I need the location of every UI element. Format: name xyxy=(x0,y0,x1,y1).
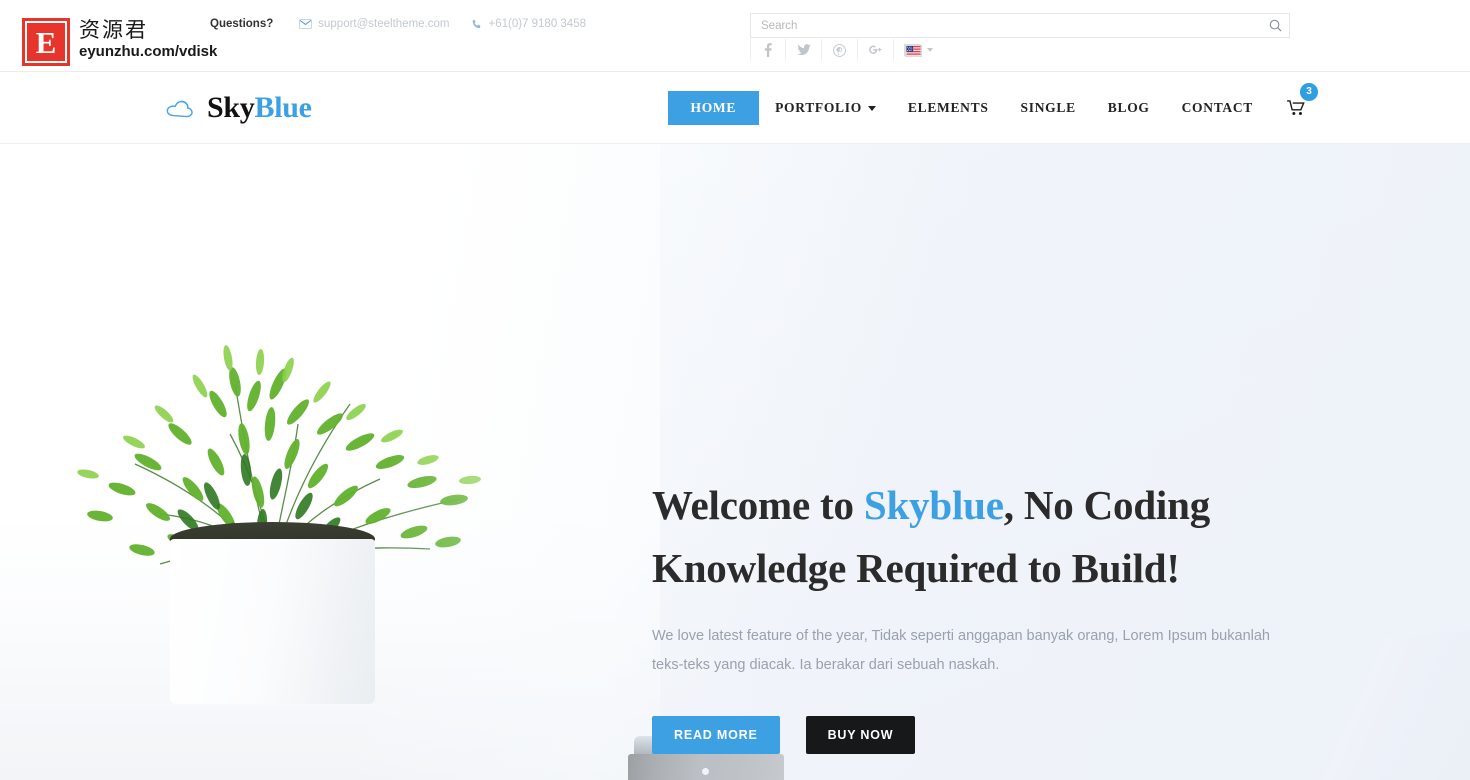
questions-label: Questions? xyxy=(210,18,274,30)
brand-text-blue: Blue xyxy=(254,90,312,124)
watermark-badge-letter: E xyxy=(25,21,67,63)
social-link-facebook[interactable] xyxy=(750,39,786,61)
contact-email-link[interactable]: support@steeltheme.com xyxy=(299,18,449,30)
cloud-icon xyxy=(165,98,197,118)
hero-subtitle: We love latest feature of the year, Tida… xyxy=(652,628,1270,673)
contact-email-text: support@steeltheme.com xyxy=(318,18,450,30)
top-utility-bar: E 资源君 eyunzhu.com/vdisk Questions? suppo… xyxy=(0,0,1470,72)
hero-section: AF-S NIKKOR 50mm 1:1.8G NIKON Welcome to… xyxy=(0,144,1470,780)
shopping-cart-icon xyxy=(1287,99,1306,116)
nav-item-blog-label: BLOG xyxy=(1107,99,1150,115)
nav-item-blog[interactable]: BLOG xyxy=(1092,91,1166,125)
nav-item-single-label: SINGLE xyxy=(1020,99,1076,115)
nav-item-portfolio[interactable]: PORTFOLIO xyxy=(759,91,892,125)
hero-action-buttons: READ MORE BUY NOW xyxy=(652,716,1292,754)
potted-plant-image xyxy=(30,284,540,704)
chevron-down-icon xyxy=(867,106,876,111)
contact-phone-link[interactable]: +61(0)7 9180 3458 xyxy=(471,18,586,30)
watermark-url: eyunzhu.com/vdisk xyxy=(79,43,218,60)
nav-item-contact[interactable]: CONTACT xyxy=(1166,91,1269,125)
main-navigation-bar: SkyBlue HOME PORTFOLIO ELEMENTS SINGLE B… xyxy=(0,72,1470,144)
watermark-badge-icon: E xyxy=(22,18,70,66)
buy-now-button[interactable]: BUY NOW xyxy=(805,716,916,754)
search-bar[interactable] xyxy=(750,13,1290,38)
hero-title-highlight: Skyblue xyxy=(863,482,1004,528)
hero-content: Welcome to Skyblue, No Coding Knowledge … xyxy=(652,474,1292,754)
watermark-text: 资源君 eyunzhu.com/vdisk xyxy=(79,18,217,61)
social-link-google-plus[interactable] xyxy=(858,39,894,61)
lens-upper-barrel xyxy=(628,754,784,780)
language-switcher[interactable] xyxy=(894,39,943,61)
brand-text: SkyBlue xyxy=(207,90,312,124)
facebook-icon xyxy=(764,43,772,57)
nav-item-single[interactable]: SINGLE xyxy=(1005,91,1092,125)
hero-title: Welcome to Skyblue, No Coding Knowledge … xyxy=(652,474,1292,600)
social-link-twitter[interactable] xyxy=(786,39,822,61)
us-flag-icon xyxy=(904,44,922,57)
site-watermark: E 资源君 eyunzhu.com/vdisk xyxy=(22,18,217,66)
twitter-icon xyxy=(796,44,811,56)
watermark-chinese-label: 资源君 xyxy=(79,18,148,42)
google-plus-icon xyxy=(868,44,884,56)
phone-icon xyxy=(471,19,482,30)
chevron-down-icon xyxy=(927,48,933,52)
cart-badge-count: 3 xyxy=(1300,82,1318,101)
nav-item-elements[interactable]: ELEMENTS xyxy=(892,91,1005,125)
nav-item-portfolio-label: PORTFOLIO xyxy=(775,99,862,115)
brand-logo[interactable]: SkyBlue xyxy=(165,90,312,124)
search-icon xyxy=(1269,19,1282,32)
search-submit-button[interactable] xyxy=(1261,14,1289,37)
nav-item-contact-label: CONTACT xyxy=(1181,99,1253,115)
pinterest-icon xyxy=(833,43,846,57)
contact-phone-text: +61(0)7 9180 3458 xyxy=(488,18,586,30)
plant-pot xyxy=(170,539,375,704)
envelope-icon xyxy=(299,19,313,29)
brand-text-sky: Sky xyxy=(207,90,255,124)
social-links xyxy=(750,39,943,61)
nav-menu: HOME PORTFOLIO ELEMENTS SINGLE BLOG CONT… xyxy=(667,82,1320,125)
social-link-pinterest[interactable] xyxy=(822,39,858,61)
nav-item-home[interactable]: HOME xyxy=(667,90,760,125)
search-input[interactable] xyxy=(751,14,1261,37)
read-more-button[interactable]: READ MORE xyxy=(652,716,780,754)
nav-item-elements-label: ELEMENTS xyxy=(907,99,989,115)
hero-title-part1: Welcome to xyxy=(652,482,864,528)
contact-strip: Questions? support@steeltheme.com +61(0)… xyxy=(210,18,608,30)
lens-index-dot xyxy=(702,768,709,775)
nav-item-home-label: HOME xyxy=(690,99,737,115)
cart-button[interactable]: 3 xyxy=(1269,82,1320,124)
